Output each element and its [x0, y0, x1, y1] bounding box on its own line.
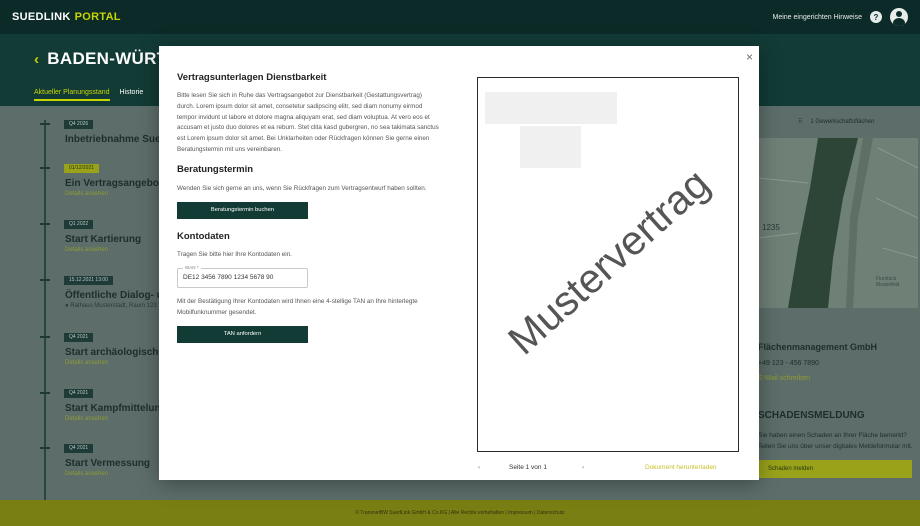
details-link[interactable]: Details ansehen	[65, 191, 108, 197]
next-page-icon[interactable]: ›	[582, 464, 584, 471]
back-chevron-icon[interactable]: ‹	[34, 51, 39, 68]
right-column: ⠿ 1 Gewerkschaftsflächen 1235 Flurstück …	[758, 106, 920, 500]
tab-current-status[interactable]: Aktueller Planungsstand	[34, 89, 110, 101]
consult-heading: Beratungstermin	[177, 163, 254, 175]
map-plot-label: 1235	[762, 223, 780, 232]
details-link[interactable]: Details ansehen	[65, 416, 108, 422]
saved-notes-link[interactable]: Meine eingerichten Hinweise	[773, 14, 863, 21]
iban-input[interactable]	[183, 274, 303, 282]
company-name: Flächenmanagement GmbH	[758, 342, 878, 352]
details-link[interactable]: Details ansehen	[65, 471, 108, 477]
document-pager: ‹ Seite 1 von 1 › Dokument herunterladen	[477, 464, 739, 476]
details-link[interactable]: Details ansehen	[65, 247, 108, 253]
timeline-badge: 15.12.2021 13:00	[64, 276, 113, 285]
download-document-link[interactable]: Dokument herunterladen	[645, 464, 717, 471]
help-circle-icon[interactable]: ?	[870, 11, 882, 23]
watermark: Mustervertrag	[499, 159, 719, 364]
account-heading: Kontodaten	[177, 230, 230, 242]
plot-count: ⠿ 1 Gewerkschaftsflächen	[798, 118, 875, 126]
timeline-node	[40, 123, 50, 125]
top-right-actions: Meine eingerichten Hinweise ?	[773, 8, 908, 26]
brand-logo[interactable]: SUEDLINK PORTAL	[12, 11, 121, 23]
map-preview[interactable]: 1235 Flurstück Musterfeld	[758, 138, 918, 308]
request-tan-button[interactable]: TAN anfordern	[177, 325, 308, 343]
details-link[interactable]: Details ansehen	[65, 360, 108, 366]
timeline-node	[40, 336, 50, 338]
page-indicator: Seite 1 von 1	[509, 464, 547, 471]
location-text: ● Rathaus Musterstadt, Raum 123	[65, 303, 157, 309]
timeline-badge: Q4 2021	[64, 389, 94, 398]
timeline-badge: 01/12/2021	[64, 164, 100, 173]
contract-modal: × Vertragsunterlagen Dienstbarkeit Bitte…	[159, 46, 759, 480]
timeline-node	[40, 223, 50, 225]
tan-text: Mit der Bestätigung Ihrer Kontodaten wir…	[177, 298, 418, 317]
damage-heading: SCHADENSMELDUNG	[758, 410, 865, 421]
timeline-node	[40, 447, 50, 449]
timeline-badge: Q4 2021	[64, 333, 94, 342]
company-phone[interactable]: +49 123 - 456 7890	[758, 360, 819, 367]
timeline-line	[44, 120, 46, 500]
grid-icon: ⠿	[798, 119, 803, 125]
contract-heading: Vertragsunterlagen Dienstbarkeit	[177, 72, 327, 83]
timeline-badge: Q1 2022	[64, 220, 94, 229]
document-placeholder-block	[520, 126, 581, 168]
book-consultation-button[interactable]: Beratungstermin buchen	[177, 201, 308, 219]
document-preview[interactable]: Mustervertrag	[477, 77, 739, 452]
timeline-node	[40, 279, 50, 281]
user-avatar-icon[interactable]	[890, 8, 908, 26]
company-mail-link[interactable]: E-Mail schreiben	[758, 375, 810, 382]
account-text: Tragen Sie bitte hier Ihre Kontodaten ei…	[177, 250, 292, 258]
damage-text: Sie haben einen Schaden an Ihrer Fläche …	[758, 432, 913, 450]
document-placeholder-block	[485, 92, 617, 124]
plot-count-text: 1 Gewerkschaftsflächen	[810, 118, 875, 125]
contract-text: Bitte lesen Sie sich in Ruhe das Vertrag…	[177, 92, 439, 153]
brand-accent: PORTAL	[74, 11, 121, 23]
top-bar: SUEDLINK PORTAL Meine eingerichten Hinwei…	[0, 0, 920, 34]
timeline-badge: Q4 2026	[64, 120, 94, 129]
footer: © TransnetBW SuedLink GmbH & Co.KG | All…	[0, 500, 920, 526]
previous-page-icon[interactable]: ‹	[478, 464, 480, 471]
timeline-title: Start Vermessung	[65, 458, 151, 469]
iban-field: IBAN *	[177, 265, 308, 289]
timeline-node	[40, 167, 50, 169]
brand-main: SUEDLINK	[12, 11, 71, 23]
tab-bar: Aktueller Planungsstand Historie	[34, 89, 143, 101]
tab-history[interactable]: Historie	[120, 89, 144, 101]
consult-text: Wenden Sie sich gerne an uns, wenn Sie R…	[177, 184, 427, 192]
iban-label: IBAN *	[183, 265, 201, 271]
timeline-node	[40, 392, 50, 394]
timeline-title: Start Kartierung	[65, 234, 142, 245]
map-plot-sublabel: Flurstück Musterfeld	[876, 276, 900, 288]
modal-form-column: Vertragsunterlagen Dienstbarkeit Bitte l…	[177, 72, 441, 343]
report-damage-button[interactable]: Schaden melden	[758, 460, 912, 478]
timeline-badge: Q4 2021	[64, 444, 94, 453]
close-icon[interactable]: ×	[746, 50, 753, 64]
location-label: Rathaus Musterstadt, Raum 123	[70, 303, 157, 309]
